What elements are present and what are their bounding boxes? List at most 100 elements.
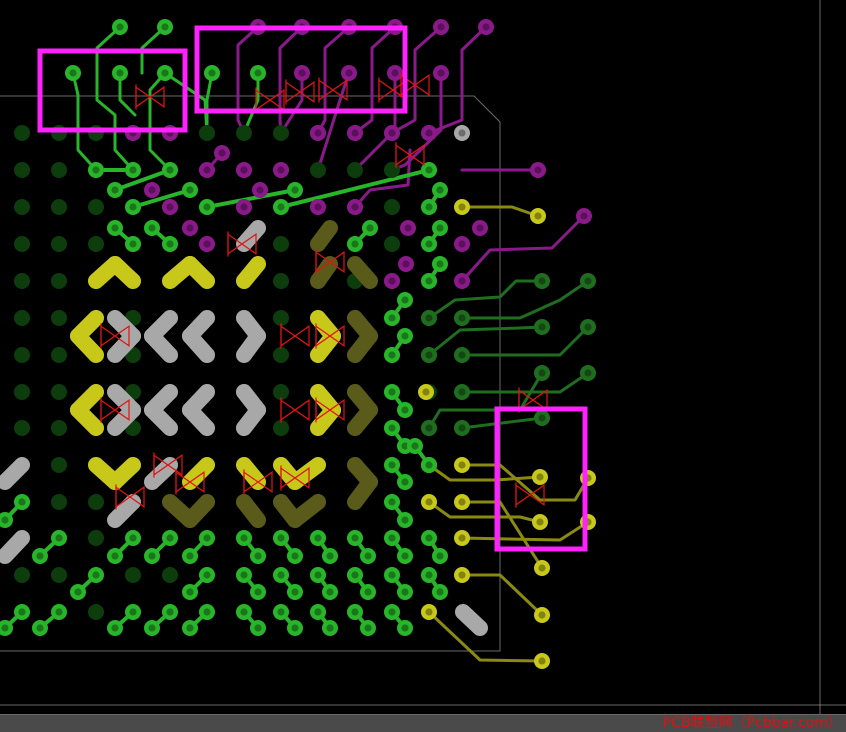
via-green-dark-drill	[425, 314, 433, 322]
via-green-drill	[186, 588, 194, 596]
via-green-dark-drill	[538, 323, 546, 331]
via-green-drill	[388, 534, 396, 542]
via-purple-drill	[240, 166, 248, 174]
via-green-drill	[291, 624, 299, 632]
pad-layer	[0, 19, 596, 669]
bga-ball	[51, 347, 67, 363]
dogbone-yellow-dim	[182, 494, 215, 528]
via-yellow-drill	[458, 498, 466, 506]
bga-ball	[273, 125, 289, 141]
via-green-drill	[401, 552, 409, 560]
via-yellow-drill	[425, 608, 433, 616]
via-green-dark-drill	[425, 351, 433, 359]
via-green-drill	[111, 186, 119, 194]
via-green-drill	[364, 552, 372, 560]
via-purple-drill	[388, 129, 396, 137]
via-green-drill	[18, 608, 26, 616]
yellow-trace	[460, 463, 590, 502]
via-green-drill	[254, 69, 262, 77]
via-purple-drill	[345, 69, 353, 77]
dogbone-yellow-dim	[236, 494, 266, 528]
purple-trace	[390, 25, 443, 135]
via-green-drill	[148, 624, 156, 632]
via-green-drill	[186, 186, 194, 194]
via-purple-drill	[458, 240, 466, 248]
green-trace-dark	[427, 325, 544, 357]
via-green-dark-drill	[458, 424, 466, 432]
dogbone-gray	[455, 604, 488, 636]
via-purple-drill	[351, 203, 359, 211]
dogbone-gray	[236, 328, 266, 363]
pcb-layout-view[interactable]	[0, 0, 846, 714]
bga-ball	[14, 273, 30, 289]
bga-ball	[51, 457, 67, 473]
dogbone-yellow	[70, 328, 104, 363]
via-green-drill	[240, 608, 248, 616]
bga-ball	[51, 384, 67, 400]
via-purple-drill	[298, 69, 306, 77]
bga-ball	[273, 273, 289, 289]
via-green-drill	[129, 534, 137, 542]
via-green-dark-drill	[425, 424, 433, 432]
via-green-drill	[277, 571, 285, 579]
green-trace	[71, 71, 98, 172]
green-trace-dark	[460, 416, 544, 430]
bga-ball	[162, 567, 178, 583]
via-yellow-drill	[534, 212, 542, 220]
dogbone-yellow-dim	[347, 474, 378, 510]
via-yellow-drill	[538, 564, 546, 572]
via-purple-drill	[148, 186, 156, 194]
via-green-drill	[18, 498, 26, 506]
via-green-drill	[364, 624, 372, 632]
via-green-drill	[388, 314, 396, 322]
via-purple-drill	[458, 277, 466, 285]
via-green-drill	[425, 277, 433, 285]
via-green-drill	[148, 224, 156, 232]
via-green-drill	[186, 552, 194, 560]
via-green-drill	[401, 406, 409, 414]
via-green-drill	[116, 69, 124, 77]
bga-ball	[236, 125, 252, 141]
via-green-dark-drill	[584, 369, 592, 377]
bga-ball	[88, 494, 104, 510]
bga-ball	[310, 162, 326, 178]
via-green-drill	[254, 588, 262, 596]
via-green-drill	[425, 534, 433, 542]
dogbone-yellow-dim	[347, 328, 378, 363]
via-green-drill	[166, 534, 174, 542]
via-green-drill	[129, 203, 137, 211]
via-green-drill	[411, 442, 419, 450]
yellow-trace	[427, 463, 542, 482]
via-purple-drill	[186, 224, 194, 232]
bga-ball	[14, 420, 30, 436]
bga-ball	[88, 530, 104, 546]
via-green-drill	[203, 571, 211, 579]
via-green-drill	[351, 608, 359, 616]
bga-ball	[14, 199, 30, 215]
dogbone-yellow	[107, 457, 141, 490]
via-green-drill	[326, 552, 334, 560]
bga-ball	[273, 236, 289, 252]
via-green-drill	[326, 588, 334, 596]
via-green-drill	[240, 571, 248, 579]
bga-ball	[51, 567, 67, 583]
pcb-layout-canvas[interactable]	[0, 0, 846, 714]
dogbone-gray	[0, 530, 30, 564]
status-bar: PCB联盟网（Pcbbar.com）	[0, 714, 846, 732]
via-green-drill	[277, 534, 285, 542]
via-green-drill	[129, 608, 137, 616]
via-green-drill	[364, 588, 372, 596]
via-green-drill	[425, 166, 433, 174]
bga-ball	[14, 236, 30, 252]
via-green-drill	[436, 224, 444, 232]
via-green-drill	[55, 608, 63, 616]
bga-ball	[51, 420, 67, 436]
green-trace	[148, 71, 172, 172]
via-green-dark-drill	[584, 323, 592, 331]
dogbone-yellow	[236, 256, 266, 289]
bga-ball	[51, 494, 67, 510]
green-fanout	[131, 188, 192, 209]
dogbone-yellow-dim	[347, 402, 378, 436]
via-green-drill	[161, 69, 169, 77]
via-green-drill	[425, 571, 433, 579]
